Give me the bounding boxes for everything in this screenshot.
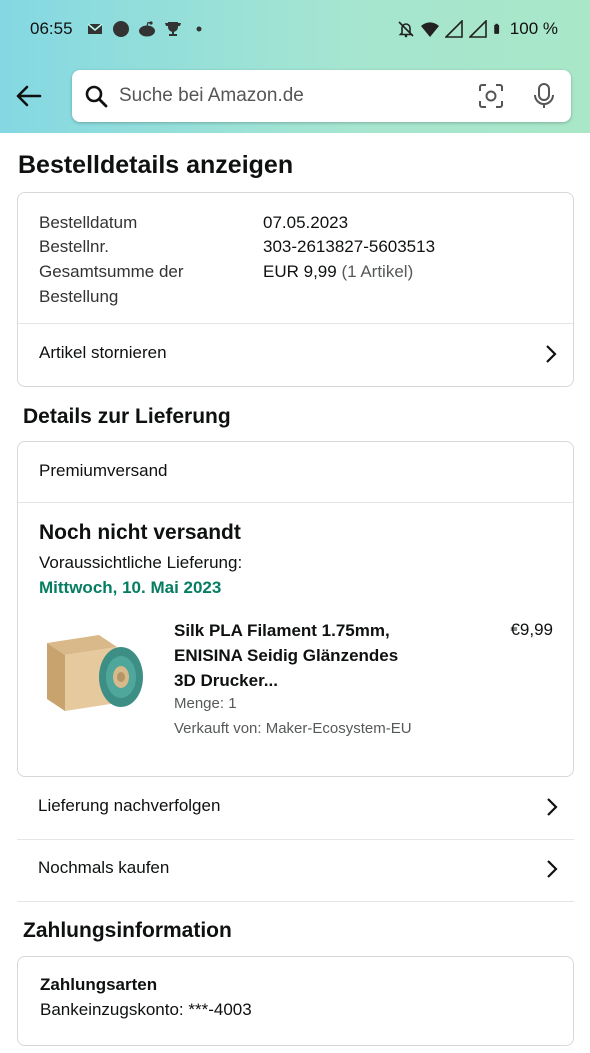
search-input[interactable]: Suche bei Amazon.de xyxy=(119,85,304,107)
gmail-icon xyxy=(87,23,103,34)
trophy-icon xyxy=(165,22,181,36)
circle-icon xyxy=(113,21,129,37)
divider xyxy=(18,502,573,503)
payment-account: Bankeinzugskonto: ***-4003 xyxy=(40,1000,252,1019)
back-arrow-icon[interactable] xyxy=(14,84,42,108)
product-price: €9,99 xyxy=(510,620,553,639)
microphone-icon[interactable] xyxy=(532,82,556,110)
buy-again-label: Nochmals kaufen xyxy=(38,858,170,877)
shipping-method: Premiumversand xyxy=(39,461,168,480)
order-total-value: EUR 9,99 (1 Artikel) xyxy=(263,259,413,284)
notification-icons xyxy=(86,20,208,38)
delivery-section-title: Details zur Lieferung xyxy=(23,405,231,428)
cancel-items-label: Artikel stornieren xyxy=(39,343,167,362)
eta-date: Mittwoch, 10. Mai 2023 xyxy=(39,578,222,597)
eta-label: Voraussichtliche Lieferung: xyxy=(39,553,243,572)
cancel-items-link[interactable]: Artikel stornieren xyxy=(18,324,573,384)
product-image[interactable] xyxy=(43,625,147,717)
search-icon xyxy=(85,85,108,108)
buy-again-link[interactable]: Nochmals kaufen xyxy=(17,839,574,901)
app-header: 06:55 100 % Suche bei Amazon.de xyxy=(0,0,590,133)
payment-section-title: Zahlungsinformation xyxy=(23,919,232,942)
payment-methods-title: Zahlungsarten xyxy=(40,975,158,994)
order-total-label: Gesamtsumme der Bestellung xyxy=(39,262,184,306)
camera-lens-icon[interactable] xyxy=(478,83,504,109)
order-date-label: Bestelldatum xyxy=(39,213,138,232)
order-summary-card: Bestelldatum 07.05.2023 Bestellnr. 303-2… xyxy=(17,192,574,387)
product-quantity: Menge: 1 xyxy=(174,695,237,712)
notifications-off-icon xyxy=(398,21,414,38)
order-date-value: 07.05.2023 xyxy=(263,213,349,232)
shipping-status: Noch nicht versandt xyxy=(39,521,241,544)
divider xyxy=(17,901,574,902)
product-seller: Verkauft von: Maker-Ecosystem-EU xyxy=(174,720,412,737)
system-icons: 100 % xyxy=(397,19,558,39)
page-title: Bestelldetails anzeigen xyxy=(18,151,294,179)
battery-icon xyxy=(494,23,499,34)
product-title[interactable]: Silk PLA Filament 1.75mm, ENISINA Seidig… xyxy=(174,618,424,693)
order-number-label: Bestellnr. xyxy=(39,237,109,256)
status-bar: 06:55 100 % xyxy=(0,0,590,60)
chevron-right-icon xyxy=(547,798,558,816)
reddit-icon xyxy=(139,21,155,37)
payment-card: Zahlungsarten Bankeinzugskonto: ***-4003 xyxy=(17,956,574,1046)
status-time: 06:55 xyxy=(30,19,73,38)
dot-icon xyxy=(196,26,202,32)
signal-icon xyxy=(444,20,463,38)
chevron-right-icon xyxy=(547,860,558,878)
wifi-icon xyxy=(420,22,439,37)
order-total-amount: EUR 9,99 xyxy=(263,262,337,281)
search-bar[interactable]: Suche bei Amazon.de xyxy=(72,70,571,122)
track-delivery-label: Lieferung nachverfolgen xyxy=(38,796,221,815)
order-number-value: 303-2613827-5603513 xyxy=(263,237,436,256)
delivery-card: Premiumversand Noch nicht versandt Vorau… xyxy=(17,441,574,777)
battery-level: 100 % xyxy=(509,19,558,38)
chevron-right-icon xyxy=(546,345,557,363)
signal-icon xyxy=(468,20,487,38)
track-delivery-link[interactable]: Lieferung nachverfolgen xyxy=(17,777,574,839)
order-total-items: (1 Artikel) xyxy=(341,262,414,281)
